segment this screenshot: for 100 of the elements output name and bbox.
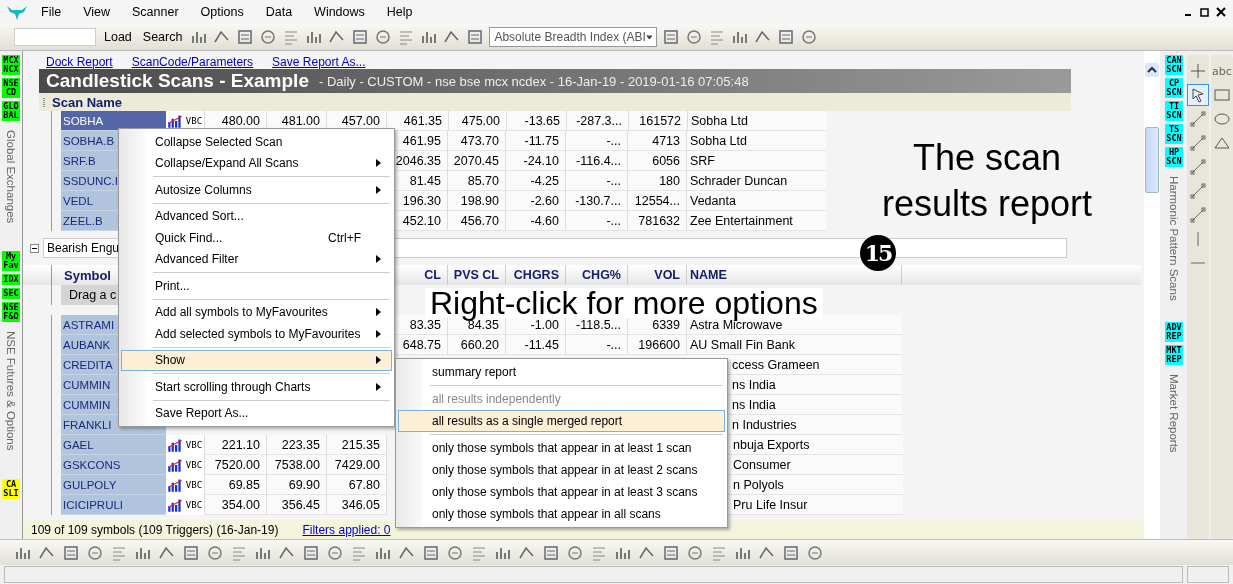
panel-caption[interactable]: NSE Futures & Options [5,325,17,457]
table-cell: Sobha Ltd [688,111,827,131]
menu-item[interactable]: Options [189,5,255,19]
submenu-arrow-icon [376,159,381,168]
toolbar-icon[interactable] [351,28,370,46]
text-tool[interactable]: abc [1212,61,1232,81]
toolbar-icon[interactable] [422,543,440,562]
symbol-cell[interactable]: ICICIPRULI [61,495,166,515]
report-link[interactable]: Dock Report [46,55,113,69]
exchange-tab[interactable]: GLO BAL [2,101,20,121]
toolbar-icon[interactable] [806,543,824,562]
symbol-cell[interactable]: GSKCONS [61,455,166,475]
bar-chart-icon[interactable] [166,455,184,475]
panel-caption[interactable]: Global Exchanges [5,124,17,230]
symbol-cell[interactable]: GULPOLY [61,475,166,495]
close-icon[interactable] [1215,6,1227,18]
line-tool-icon[interactable] [1188,109,1208,129]
exchange-tab[interactable]: My Fav [2,251,20,272]
submenu-arrow-icon [376,356,381,365]
filter-link[interactable]: Filters applied: 0 [302,522,391,537]
menu-item[interactable]: File [30,5,73,19]
exchange-tab[interactable]: MCX NCX [2,55,20,75]
scroll-up-icon[interactable] [1145,63,1159,77]
collapse-icon[interactable] [30,243,39,253]
toolbar-icon[interactable] [466,28,485,46]
column-header[interactable]: PVS CL [448,265,506,285]
menu-item[interactable]: all results as a single merged report [398,410,725,432]
toolbar-icon[interactable] [566,543,584,562]
panel-caption[interactable]: Harmonic Pattern Scans [1168,170,1180,307]
column-header[interactable]: Scan Name [39,93,1071,111]
indicator-dropdown[interactable]: Absolute Breadth Index (ABI [489,27,658,47]
report-link[interactable]: Save Report As... [272,55,366,69]
scan-tab[interactable]: CP SCN [1165,78,1183,98]
chart-link[interactable]: VBC [184,435,205,455]
toolbar-icon[interactable] [302,543,320,562]
exchange-tab[interactable]: CA SLI [2,478,20,499]
menu-item[interactable]: Scanner [121,5,190,19]
scan-tab[interactable]: TI SCN [1165,101,1183,121]
line-tool-icon[interactable] [1188,157,1208,177]
toolbar-icon[interactable] [662,543,680,562]
toolbar-icon[interactable] [662,28,681,46]
scan-tab[interactable]: CAN SCN [1165,55,1183,75]
toolbar-button[interactable]: Search [139,30,186,44]
scan-tab[interactable]: HP SCN [1165,147,1183,167]
line-tool-icon[interactable] [1188,133,1208,153]
toolbar-icon[interactable] [542,543,560,562]
restore-icon[interactable] [1199,6,1211,18]
report-link[interactable]: ScanCode/Parameters [131,55,254,69]
bar-chart-icon[interactable] [166,475,184,495]
line-tool-icon[interactable] [1188,181,1208,201]
bar-chart-icon[interactable] [166,495,184,515]
chart-link[interactable]: VBC [184,475,205,495]
chart-link[interactable]: VBC [184,455,205,475]
toolbar-icon[interactable] [236,28,255,46]
toolbar-icon[interactable] [782,543,800,562]
table-cell: 461.35 [387,111,449,131]
toolbar-icon[interactable] [686,543,704,562]
table-cell: 85.70 [448,171,506,191]
toolbar-icon[interactable] [86,543,104,562]
exchange-tab[interactable]: NSE F&O [2,302,20,323]
toolbar-icon[interactable] [326,543,344,562]
menu-item[interactable]: Help [375,5,424,19]
menu-item[interactable]: Data [254,5,304,19]
pointer-icon[interactable] [1188,85,1208,105]
scroll-thumb[interactable] [1145,127,1159,193]
toolbar-icon[interactable] [259,28,278,46]
exchange-tab[interactable]: IDX [2,274,20,286]
menu-item[interactable]: Show [121,349,392,371]
toolbar-icon[interactable] [62,543,80,562]
toolbar-icon[interactable] [685,28,704,46]
toolbar-icon[interactable] [374,28,393,46]
chart-link[interactable]: VBC [184,495,205,515]
toolbar-icon[interactable] [777,28,796,46]
column-header[interactable]: CHG% [566,265,628,285]
column-header[interactable]: CHGRS [506,265,566,285]
toolbar-icon[interactable] [206,543,224,562]
symbol-cell[interactable]: SOBHA [61,111,166,131]
report-tab[interactable]: ADV REP [1165,321,1183,342]
toolbar-icon[interactable] [182,543,200,562]
line-tool-icon[interactable] [1188,205,1208,225]
menu-item[interactable]: Windows [303,5,376,19]
menu-item[interactable]: View [72,5,122,19]
symbol-input-field[interactable] [14,28,96,46]
report-tab[interactable]: MKT REP [1165,344,1183,365]
exchange-tab[interactable]: SEC [2,288,20,300]
symbol-cell[interactable]: GAEL [61,435,166,455]
bar-chart-icon[interactable] [166,111,184,131]
toolbar-icon[interactable] [800,28,819,46]
scrollbar[interactable] [1144,51,1160,539]
exchange-tab[interactable]: NSE CD [2,78,20,98]
chart-link[interactable]: VBC [184,111,205,131]
toolbar-icon[interactable] [446,543,464,562]
crosshair-icon[interactable] [1188,61,1208,81]
column-header[interactable]: VOL [628,265,687,285]
scan-tab[interactable]: TS SCN [1165,124,1183,144]
table-cell: -... [566,211,628,231]
bar-chart-icon[interactable] [166,435,184,455]
panel-caption[interactable]: Market Reports [1168,367,1180,459]
toolbar-button[interactable]: Load [101,30,135,44]
table-cell: -11.75 [506,131,566,151]
